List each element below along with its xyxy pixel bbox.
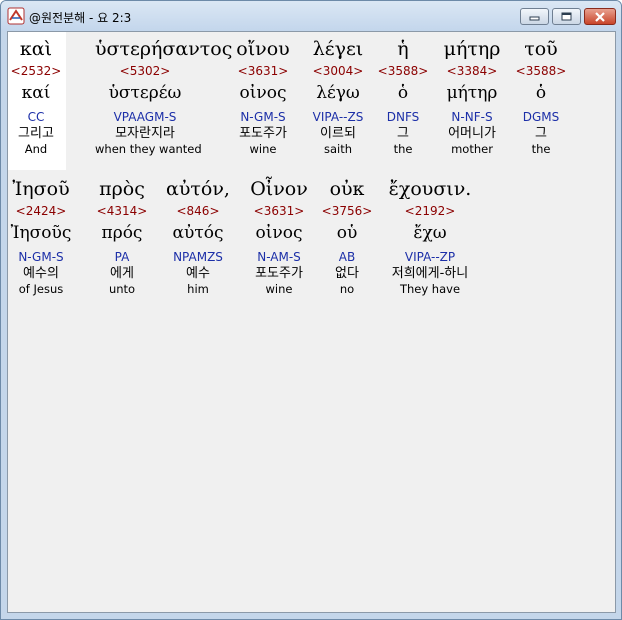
english-gloss: when they wanted [95, 142, 202, 156]
lemma: ὁ [535, 83, 547, 103]
minimize-button[interactable] [520, 8, 549, 25]
window-title: @원전분해 - 요 2:3 [29, 11, 132, 25]
lemma: ὑστερέω [108, 83, 182, 103]
korean-gloss: 저희에게-하니 [391, 266, 469, 281]
lemma: καί [21, 83, 51, 103]
strong-number[interactable]: <5302> [95, 64, 195, 79]
parsing-code: CC [27, 110, 45, 124]
close-icon [595, 11, 605, 22]
english-gloss: the [531, 142, 551, 156]
strong-number[interactable]: <2532> [1, 64, 86, 79]
word-column[interactable]: ὑστερήσαντος <5302> ὑστερέω VPAAGM-S 모자란… [95, 36, 233, 156]
word-column[interactable]: τοῦ <3588> ὁ DGMS 그 the [491, 36, 591, 156]
korean-gloss: 모자란지라 [115, 126, 175, 141]
app-window: @원전분해 - 요 2:3 καὶ <2532> καί CC 그리고 And … [0, 0, 622, 620]
word-column[interactable]: καὶ <2532> καί CC 그리고 And [1, 36, 86, 156]
maximize-button[interactable] [552, 8, 581, 25]
minimize-icon [529, 16, 540, 21]
maximize-icon [561, 12, 572, 21]
title-bar[interactable]: @원전분해 - 요 2:3 [1, 1, 621, 31]
parsing-code: DGMS [522, 110, 560, 124]
greek-word: ἔχουσιν. [388, 178, 472, 200]
english-gloss: They have [399, 282, 461, 296]
korean-gloss: 그리고 [18, 126, 54, 141]
english-gloss: And [24, 142, 48, 156]
greek-word: ὑστερήσαντος [95, 38, 233, 60]
interlinear-panel: καὶ <2532> καί CC 그리고 And ὑστερήσαντος <… [7, 31, 616, 613]
parsing-code: VPAAGM-S [113, 110, 177, 124]
app-icon [7, 7, 25, 25]
korean-gloss: 그 [535, 126, 547, 141]
close-button[interactable] [584, 8, 616, 25]
parsing-code: VIPA--ZP [404, 250, 456, 264]
lemma: ἔχω [413, 223, 447, 243]
greek-word: καὶ [19, 38, 53, 60]
greek-word: τοῦ [524, 38, 558, 60]
word-column[interactable]: ἔχουσιν. <2192> ἔχω VIPA--ZP 저희에게-하니 The… [380, 176, 480, 296]
strong-number[interactable]: <3588> [491, 64, 591, 79]
strong-number[interactable]: <2192> [380, 204, 480, 219]
